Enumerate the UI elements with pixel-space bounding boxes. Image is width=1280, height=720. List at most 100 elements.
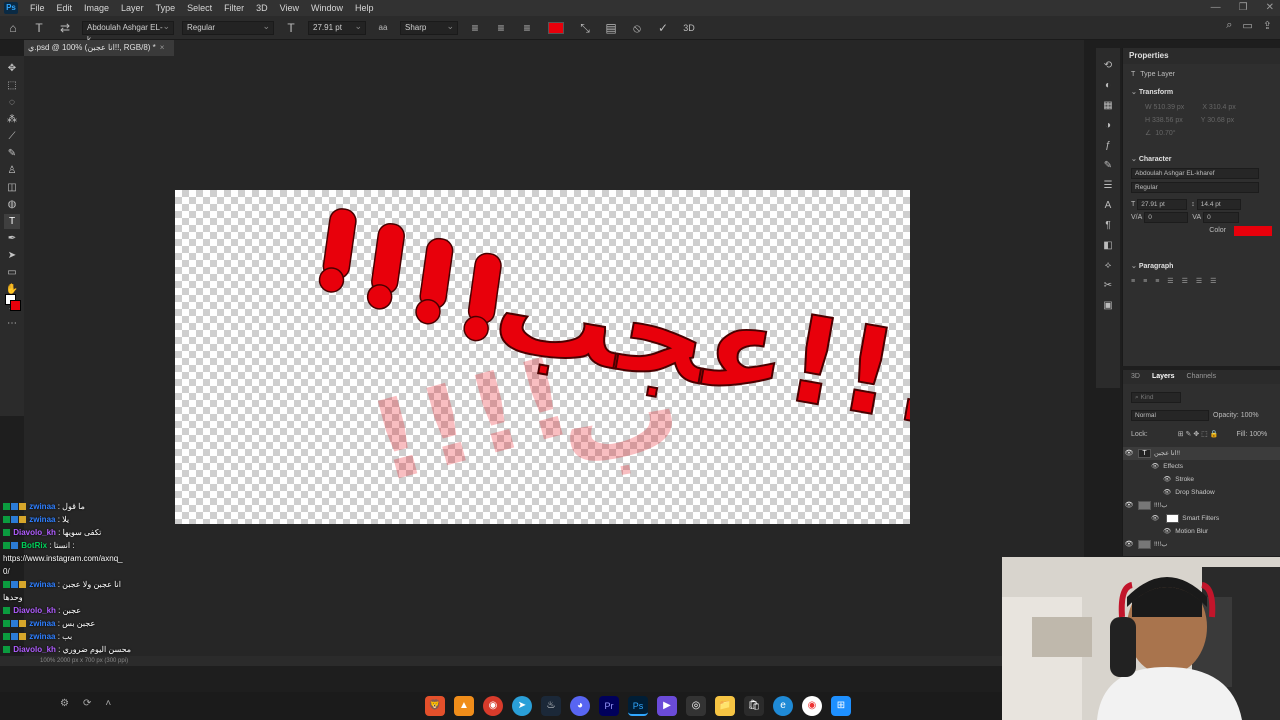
store-icon[interactable]: 🛍	[744, 696, 764, 716]
move-tool-icon[interactable]: ✥	[4, 61, 20, 76]
layer-effect-stroke[interactable]: 👁 Stroke	[1123, 473, 1280, 486]
fill-value[interactable]: 100%	[1249, 428, 1267, 441]
effects-eye-icon[interactable]: 👁	[1151, 460, 1159, 473]
blend-mode-select[interactable]: Normal	[1131, 410, 1209, 421]
character-kerning[interactable]: 0	[1144, 212, 1189, 223]
paragraph-icon[interactable]: ¶	[1100, 218, 1116, 234]
windows-start-icon[interactable]: ⊞	[831, 696, 851, 716]
smart-filters-row[interactable]: 👁 Smart Filters	[1123, 512, 1280, 525]
close-icon[interactable]: ✕	[1266, 0, 1274, 16]
chrome-icon[interactable]: ◉	[802, 696, 822, 716]
visibility-eye-icon[interactable]: 👁	[1123, 499, 1135, 512]
magic-wand-tool-icon[interactable]: ⁂	[4, 112, 20, 127]
text-color-swatch[interactable]	[548, 21, 564, 34]
width-value[interactable]: W 510.39 px	[1145, 101, 1184, 114]
menu-help[interactable]: Help	[349, 0, 380, 16]
chevron-up-icon[interactable]: ˄	[105, 698, 111, 709]
refresh-icon[interactable]: ⟳	[83, 698, 91, 709]
para-justify-last-left-icon[interactable]: ☰	[1167, 275, 1173, 288]
menu-type[interactable]: Type	[150, 0, 182, 16]
text-orientation-icon[interactable]: ⇄	[56, 19, 74, 37]
pen-tool-icon[interactable]: ✒	[4, 231, 20, 246]
discord-icon[interactable]: ◕	[570, 696, 590, 716]
more-tools-icon[interactable]: ⋯	[4, 316, 20, 331]
character-tracking[interactable]: 0	[1203, 212, 1240, 223]
menu-file[interactable]: File	[24, 0, 51, 16]
lasso-tool-icon[interactable]: ◌	[4, 95, 20, 110]
paths-icon[interactable]: ⟡	[1100, 258, 1116, 274]
vlc-icon[interactable]: ▲	[454, 696, 474, 716]
opacity-value[interactable]: 100%	[1241, 409, 1259, 422]
smart-filters-eye-icon[interactable]: 👁	[1151, 512, 1159, 525]
settings-icon[interactable]: ⚙	[60, 698, 69, 709]
blur-tool-icon[interactable]: ◍	[4, 197, 20, 212]
layer-row-text[interactable]: 👁 T انا عجبن!!	[1123, 447, 1280, 460]
background-color-swatch[interactable]	[10, 300, 21, 311]
media-player-icon[interactable]: ▶	[657, 696, 677, 716]
menu-view[interactable]: View	[274, 0, 305, 16]
font-family-select[interactable]: Abdoulah Ashgar EL-k...	[82, 20, 174, 44]
character-leading[interactable]: 14.4 pt	[1196, 199, 1241, 210]
marquee-tool-icon[interactable]: ⬚	[4, 78, 20, 93]
stroke-eye-icon[interactable]: 👁	[1163, 473, 1171, 486]
character-icon[interactable]: A	[1100, 198, 1116, 214]
character-section[interactable]: Character	[1123, 152, 1280, 168]
file-explorer-icon[interactable]: 📁	[715, 696, 735, 716]
height-value[interactable]: H 338.56 px	[1145, 114, 1183, 127]
tab-channels[interactable]: Channels	[1187, 370, 1217, 384]
layer-kind-filter[interactable]: ⌕ Kind	[1131, 392, 1181, 403]
character-font-style[interactable]: Regular	[1131, 182, 1259, 193]
brave-browser-icon[interactable]: 🦁	[425, 696, 445, 716]
visibility-eye-icon[interactable]: 👁	[1123, 538, 1135, 551]
menu-image[interactable]: Image	[78, 0, 115, 16]
obs-icon[interactable]: ◎	[686, 696, 706, 716]
para-align-center-icon[interactable]: ≡	[1143, 275, 1147, 288]
brush-settings-icon[interactable]: ✎	[1100, 158, 1116, 174]
path-select-tool-icon[interactable]: ➤	[4, 248, 20, 263]
brush-tool-icon[interactable]: ✎	[4, 146, 20, 161]
layer-effects-row[interactable]: 👁 Effects	[1123, 460, 1280, 473]
premiere-pro-icon[interactable]: Pr	[599, 696, 619, 716]
para-align-left-icon[interactable]: ≡	[1131, 275, 1135, 288]
menu-select[interactable]: Select	[181, 0, 218, 16]
photoshop-taskbar-icon[interactable]: Ps	[628, 696, 648, 716]
telegram-icon[interactable]: ➤	[512, 696, 532, 716]
cancel-icon[interactable]: ⦸	[628, 19, 646, 37]
chat-link[interactable]: https://www.instagram.com/axnq_	[0, 552, 180, 565]
y-value[interactable]: Y 30.68 px	[1201, 114, 1234, 127]
3d-icon[interactable]: 3D	[680, 19, 698, 37]
warp-text-icon[interactable]: ⤡	[576, 19, 594, 37]
edge-icon[interactable]: e	[773, 696, 793, 716]
layer-effect-drop-shadow[interactable]: 👁 Drop Shadow	[1123, 486, 1280, 499]
search-icon[interactable]: ⌕	[1226, 19, 1232, 32]
para-align-right-icon[interactable]: ≡	[1155, 275, 1159, 288]
libraries-icon[interactable]: ▣	[1100, 298, 1116, 314]
document-tab[interactable]: ي.psd @ 100% (انا عجبن!!, RGB/8) * ×	[24, 40, 175, 56]
align-left-icon[interactable]: ≡	[466, 19, 484, 37]
anti-alias-select[interactable]: Sharp	[400, 20, 458, 35]
para-justify-last-center-icon[interactable]: ☰	[1182, 275, 1188, 288]
type-tool-icon-sidebar[interactable]: T	[4, 214, 20, 229]
transform-section[interactable]: Transform	[1123, 85, 1280, 101]
visibility-eye-icon[interactable]: 👁	[1123, 447, 1135, 460]
color-wheel-icon[interactable]: ◐	[1100, 78, 1116, 94]
layer-row-smart-2[interactable]: 👁 !!!!ب	[1123, 538, 1280, 551]
align-right-icon[interactable]: ≡	[518, 19, 536, 37]
type-tool-icon[interactable]: T	[30, 19, 48, 37]
shadow-eye-icon[interactable]: 👁	[1163, 486, 1171, 499]
tab-layers[interactable]: Layers	[1152, 370, 1175, 384]
font-style-select[interactable]: Regular	[182, 20, 274, 35]
lock-icons[interactable]: ⊞ ✎ ✥ ⬚ 🔒	[1178, 428, 1219, 441]
steam-icon[interactable]: ♨	[541, 696, 561, 716]
shape-tool-icon[interactable]: ▭	[4, 265, 20, 280]
app-icon-red[interactable]: ◉	[483, 696, 503, 716]
menu-window[interactable]: Window	[305, 0, 349, 16]
tab-3d[interactable]: 3D	[1131, 370, 1140, 384]
workspace-icon[interactable]: ▭	[1242, 19, 1252, 32]
stamp-tool-icon[interactable]: ♙	[4, 163, 20, 178]
restore-icon[interactable]: ❐	[1239, 0, 1248, 16]
character-panel-icon[interactable]: ▤	[602, 19, 620, 37]
font-size-select[interactable]: 27.91 pt	[308, 20, 366, 35]
swatches-icon[interactable]: ▦	[1100, 98, 1116, 114]
menu-layer[interactable]: Layer	[115, 0, 150, 16]
